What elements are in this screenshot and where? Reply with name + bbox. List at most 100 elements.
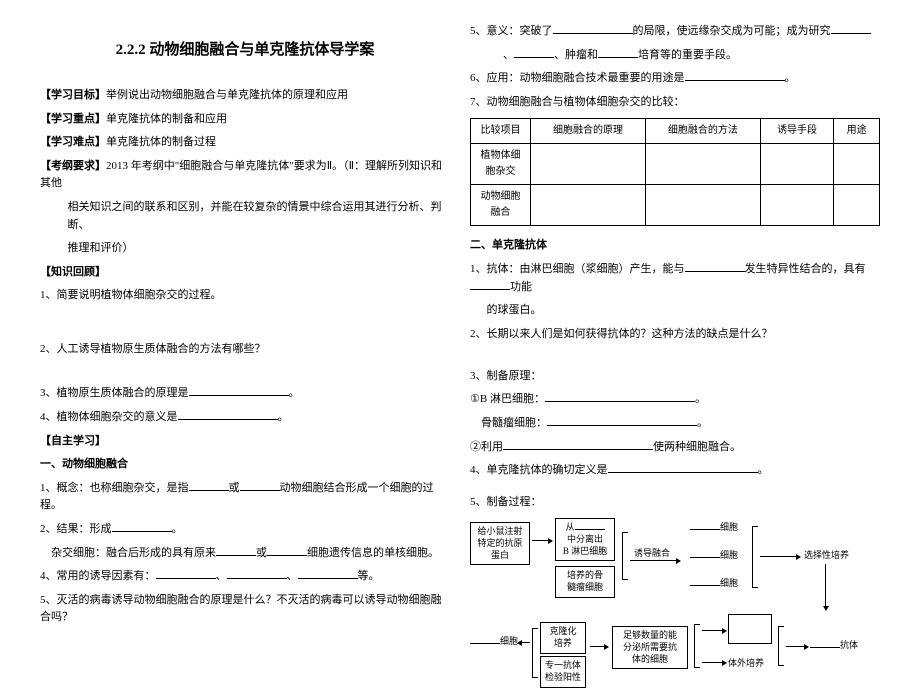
s2-3-2a: ②利用 (470, 441, 503, 453)
flow-label-induce: 诱导融合 (634, 548, 670, 559)
fill-blank[interactable] (470, 636, 500, 644)
s2-q3: 3、制备原理： (470, 368, 880, 386)
fill-blank[interactable] (831, 24, 871, 34)
fill-blank[interactable] (189, 481, 229, 491)
self-study-label: 【自主学习】 (40, 433, 450, 451)
s1-q1: 1、概念：也称细胞杂交，是指或动物细胞结合形成一个细胞的过程。 (40, 480, 450, 515)
table-row: 植物体细胞杂交 (471, 144, 880, 185)
focus-text: 单克隆抗体的制备和应用 (106, 113, 227, 125)
fill-blank[interactable] (685, 71, 785, 81)
fill-cell[interactable] (760, 185, 833, 226)
blank-space (40, 308, 450, 323)
s1-1b: 或 (229, 482, 240, 494)
s2-3-2: ②利用 使两种细胞融合。 (470, 439, 880, 457)
fill-blank[interactable] (685, 262, 745, 272)
arrow-icon (760, 556, 800, 557)
comparison-table: 比较项目 细胞融合的原理 细胞融合的方法 诱导手段 用途 植物体细胞杂交 动物细… (470, 118, 880, 226)
q3-end: 。 (289, 387, 300, 399)
flow-box-inject: 给小鼠注射特定的抗原蛋白 (470, 522, 530, 565)
fill-cell[interactable] (531, 144, 646, 185)
fill-blank[interactable] (156, 569, 216, 579)
f-b2b: 中分离出 (567, 534, 603, 544)
fill-blank[interactable] (608, 463, 758, 473)
fill-blank[interactable] (178, 410, 278, 420)
q4-text: 4、植物体细胞杂交的意义是 (40, 411, 178, 423)
flow-box-blank[interactable] (728, 614, 772, 644)
s1-4c: 、 (287, 570, 298, 582)
s2-1c: 功能 (510, 281, 532, 293)
req-line3: 推理和评价） (68, 240, 451, 258)
fill-blank[interactable] (690, 578, 720, 586)
fill-blank[interactable] (503, 440, 653, 450)
diff-text: 单克隆抗体的制备过程 (106, 136, 216, 148)
s2-1a: 1、抗体：由淋巴细胞（浆细胞）产生，能与 (470, 263, 685, 275)
cs1: 细胞 (720, 522, 738, 532)
s1-2d: 或 (256, 547, 267, 559)
th-induce: 诱导手段 (760, 119, 833, 144)
learning-difficulty: 【学习难点】单克隆抗体的制备过程 (40, 134, 450, 152)
arrow-icon (786, 646, 808, 647)
s1-q4: 4、常用的诱导因素有：、、等。 (40, 568, 450, 586)
flow-antibody: 抗体 (810, 640, 858, 651)
fill-blank[interactable] (112, 522, 172, 532)
th-method: 细胞融合的方法 (645, 119, 760, 144)
flow-cell3: 细胞 (690, 578, 738, 589)
fill-blank[interactable] (267, 546, 307, 556)
exam-requirement: 【考纲要求】2013 年考纲中"细胞融合与单克隆抗体"要求为Ⅱ。（Ⅱ：理解所列知… (40, 158, 450, 193)
s2-3-1d: 。 (697, 417, 708, 429)
s2-q4: 4、单克隆抗体的确切定义是。 (470, 462, 880, 480)
fill-blank[interactable] (514, 48, 554, 58)
s1-4b: 、 (216, 570, 227, 582)
fill-blank[interactable] (545, 392, 695, 402)
fill-blank[interactable] (240, 481, 280, 491)
fill-blank[interactable] (547, 416, 697, 426)
fill-blank[interactable] (690, 550, 720, 558)
brace-icon (778, 626, 784, 666)
arrow-icon (518, 642, 530, 643)
fill-cell[interactable] (645, 185, 760, 226)
flow-box-clone: 克隆化培养 (540, 622, 586, 653)
focus-label: 【学习重点】 (40, 113, 106, 125)
s2-3-2b: 使两种细胞融合。 (653, 441, 741, 453)
s1-1a: 1、概念：也称细胞杂交，是指 (40, 482, 189, 494)
s2-1b: 发生特异性结合的，具有 (745, 263, 866, 275)
r5: 5、意义：突破了的局限，使远缘杂交成为可能；成为研究 (470, 23, 880, 41)
doc-title: 2.2.2 动物细胞融合与单克隆抗体导学案 (40, 38, 450, 62)
diff-label: 【学习难点】 (40, 136, 106, 148)
th-use: 用途 (834, 119, 880, 144)
s1-2c: 杂交细胞：融合后形成的具有原来 (51, 547, 216, 559)
arrow-icon (702, 630, 726, 631)
fill-cell[interactable] (760, 144, 833, 185)
fill-cell[interactable] (531, 185, 646, 226)
fill-blank[interactable] (598, 48, 638, 58)
fill-blank[interactable] (810, 640, 840, 648)
fill-cell[interactable] (645, 144, 760, 185)
review-q3: 3、植物原生质体融合的原理是。 (40, 385, 450, 403)
flow-cell1: 细胞 (690, 522, 738, 533)
brace-icon (532, 628, 538, 678)
fill-cell[interactable] (834, 185, 880, 226)
flowchart: 给小鼠注射特定的抗原蛋白 从 中分离出 B 淋巴细胞 培养的骨髓瘤细胞 诱导融合… (470, 518, 880, 630)
arrow-icon (702, 662, 726, 663)
fill-blank[interactable] (216, 546, 256, 556)
fill-blank[interactable] (553, 24, 633, 34)
fill-blank[interactable] (690, 522, 720, 530)
row-animal: 动物细胞融合 (471, 185, 531, 226)
fill-blank[interactable] (298, 569, 358, 579)
fill-blank[interactable] (189, 387, 289, 397)
q4-end: 。 (278, 411, 289, 423)
review-label: 【知识回顾】 (40, 264, 450, 282)
req-line2: 相关知识之间的联系和区别，并能在较复杂的情景中综合运用其进行分析、判断、 (68, 199, 451, 234)
goal-label: 【学习目标】 (40, 89, 106, 101)
r5e: 培育等的重要手段。 (638, 49, 737, 61)
arrow-icon (825, 564, 826, 610)
fill-blank[interactable] (227, 569, 287, 579)
flow-box-enough: 足够数量的能分泌所需要抗体的细胞 (612, 626, 688, 669)
fill-blank[interactable] (470, 280, 510, 290)
r5-line2: 、、肿瘤和培育等的重要手段。 (503, 47, 880, 65)
fill-cell[interactable] (834, 144, 880, 185)
fill-blank[interactable] (575, 522, 605, 530)
blank-space (40, 376, 450, 382)
r6b: 。 (785, 72, 796, 84)
learning-focus: 【学习重点】单克隆抗体的制备和应用 (40, 111, 450, 129)
